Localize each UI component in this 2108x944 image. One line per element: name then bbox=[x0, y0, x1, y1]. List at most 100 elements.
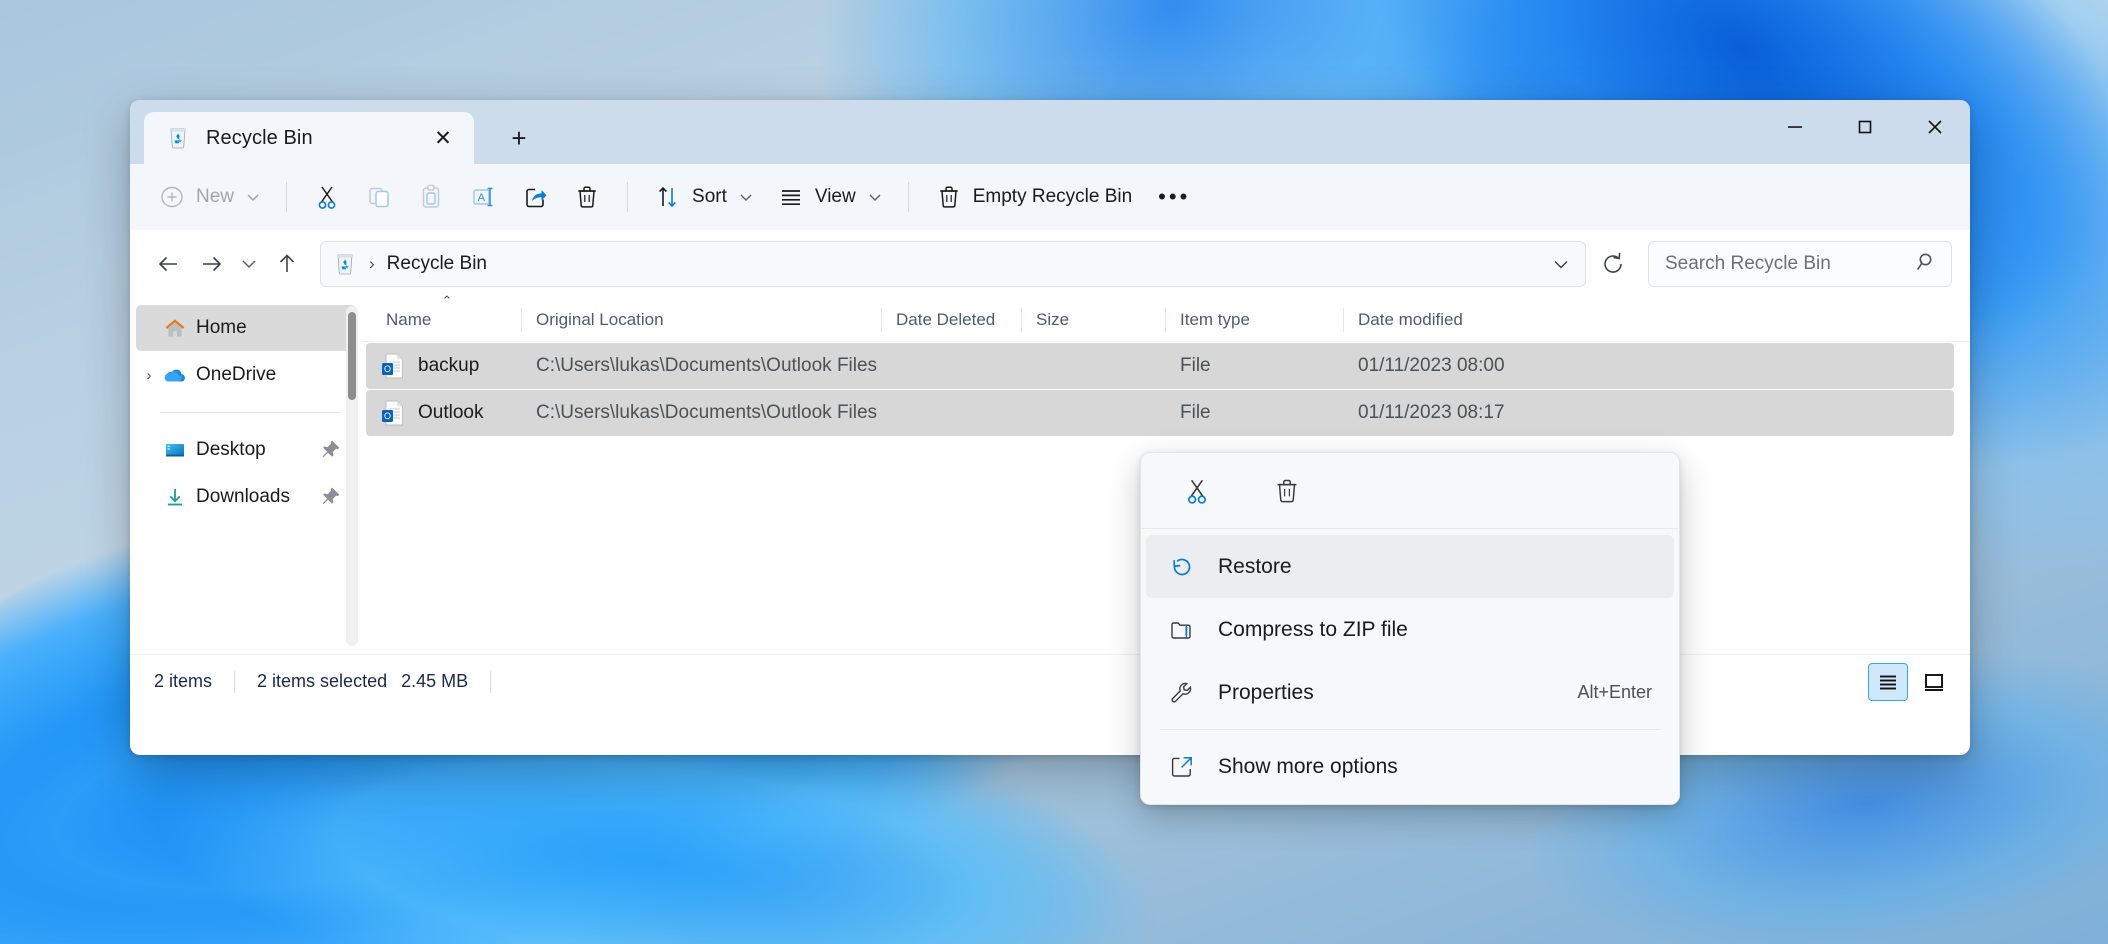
back-button[interactable] bbox=[148, 243, 190, 285]
chevron-down-icon bbox=[739, 190, 753, 205]
rename-icon: A bbox=[469, 183, 497, 211]
status-divider bbox=[490, 671, 491, 693]
show-more-icon bbox=[1168, 753, 1196, 781]
window-controls bbox=[1760, 100, 1970, 154]
minimize-button[interactable] bbox=[1760, 100, 1830, 154]
scissors-icon bbox=[313, 183, 341, 211]
delete-button[interactable] bbox=[1265, 469, 1309, 513]
sidebar-item-home[interactable]: Home bbox=[136, 305, 356, 351]
home-icon bbox=[162, 315, 188, 341]
sort-ascending-icon: ⌃ bbox=[442, 293, 453, 309]
tab-recycle-bin[interactable]: Recycle Bin ✕ bbox=[144, 112, 474, 164]
address-dropdown-button[interactable] bbox=[1541, 245, 1581, 283]
sidebar-item-downloads[interactable]: Downloads bbox=[136, 474, 356, 520]
chevron-down-icon bbox=[246, 190, 260, 205]
recycle-bin-icon bbox=[333, 252, 357, 276]
sidebar-item-onedrive[interactable]: › OneDrive bbox=[136, 352, 356, 398]
rename-button[interactable]: A bbox=[457, 175, 509, 219]
pin-icon[interactable] bbox=[320, 486, 342, 508]
file-name: backup bbox=[418, 355, 479, 377]
cut-button[interactable] bbox=[301, 175, 353, 219]
context-menu-item-label: Compress to ZIP file bbox=[1218, 618, 1408, 642]
pin-icon[interactable] bbox=[320, 439, 342, 461]
context-menu-item-label: Restore bbox=[1218, 555, 1292, 579]
copy-button[interactable] bbox=[353, 175, 405, 219]
column-label: Date Deleted bbox=[896, 310, 995, 330]
search-input[interactable] bbox=[1665, 253, 1915, 275]
new-button[interactable]: New bbox=[146, 175, 272, 219]
see-more-button[interactable]: ••• bbox=[1144, 184, 1204, 210]
cell-name: O backup bbox=[372, 352, 522, 380]
column-header-name[interactable]: ⌃ Name bbox=[372, 304, 522, 336]
breadcrumb[interactable]: Recycle Bin bbox=[387, 253, 487, 275]
wrench-icon bbox=[1168, 679, 1196, 707]
sidebar-item-label: Downloads bbox=[196, 486, 290, 508]
context-menu-item-label: Show more options bbox=[1218, 755, 1398, 779]
cell-date-modified: 01/11/2023 08:17 bbox=[1344, 402, 1544, 424]
sidebar-item-label: Home bbox=[196, 317, 247, 339]
paste-icon bbox=[417, 183, 445, 211]
restore-icon bbox=[1168, 553, 1196, 581]
up-button[interactable] bbox=[266, 243, 308, 285]
trash-icon bbox=[573, 183, 601, 211]
empty-recycle-bin-button[interactable]: Empty Recycle Bin bbox=[923, 175, 1144, 219]
context-menu-item-accel: Alt+Enter bbox=[1577, 682, 1652, 703]
new-tab-button[interactable]: + bbox=[496, 115, 542, 161]
column-headers: ⌃ Name Original Location Date Deleted Si… bbox=[362, 298, 1970, 342]
context-menu-divider bbox=[1160, 729, 1660, 730]
recycle-bin-icon bbox=[166, 126, 190, 150]
breadcrumb-separator: › bbox=[369, 254, 375, 274]
large-icons-view-button[interactable] bbox=[1914, 663, 1954, 701]
share-icon bbox=[521, 183, 549, 211]
toolbar-divider bbox=[627, 182, 628, 212]
search-icon[interactable] bbox=[1915, 250, 1939, 279]
paste-button[interactable] bbox=[405, 175, 457, 219]
context-menu-item-compress-to-zip[interactable]: Compress to ZIP file bbox=[1146, 598, 1674, 661]
sidebar-scrollbar[interactable] bbox=[346, 306, 358, 646]
svg-text:A: A bbox=[478, 192, 486, 204]
refresh-button[interactable] bbox=[1592, 243, 1634, 285]
close-tab-icon[interactable]: ✕ bbox=[426, 121, 460, 155]
sidebar-item-label: OneDrive bbox=[196, 364, 276, 386]
context-menu-item-label: Properties bbox=[1218, 681, 1314, 705]
context-menu-item-properties[interactable]: Properties Alt+Enter bbox=[1146, 661, 1674, 724]
search-box[interactable] bbox=[1648, 241, 1952, 287]
sidebar-scrollbar-thumb[interactable] bbox=[348, 312, 356, 400]
copy-icon bbox=[365, 183, 393, 211]
outlook-data-file-icon: O bbox=[380, 399, 406, 427]
column-header-item-type[interactable]: Item type bbox=[1166, 304, 1344, 336]
cut-button[interactable] bbox=[1175, 469, 1219, 513]
maximize-button[interactable] bbox=[1830, 100, 1900, 154]
view-button[interactable]: View bbox=[765, 175, 894, 219]
sidebar-item-desktop[interactable]: Desktop bbox=[136, 427, 356, 473]
context-menu-item-show-more-options[interactable]: Show more options bbox=[1146, 735, 1674, 798]
share-button[interactable] bbox=[509, 175, 561, 219]
sort-button-label: Sort bbox=[692, 186, 727, 208]
table-row[interactable]: O Outlook C:\Users\lukas\Documents\Outlo… bbox=[366, 390, 1954, 436]
status-divider bbox=[234, 671, 235, 693]
delete-button[interactable] bbox=[561, 175, 613, 219]
sidebar-chevron[interactable]: › bbox=[136, 367, 162, 384]
navigation-pane: Home › OneDrive bbox=[130, 298, 362, 654]
column-label: Original Location bbox=[536, 310, 664, 330]
recent-locations-button[interactable] bbox=[232, 243, 266, 285]
column-header-date-modified[interactable]: Date modified bbox=[1344, 304, 1544, 336]
plus-circle-icon bbox=[158, 183, 186, 211]
context-menu-item-restore[interactable]: Restore bbox=[1146, 535, 1674, 598]
status-bar: 2 items 2 items selected 2.45 MB bbox=[130, 654, 1970, 708]
column-header-date-deleted[interactable]: Date Deleted bbox=[882, 304, 1022, 336]
details-view-button[interactable] bbox=[1868, 663, 1908, 701]
view-toggle-group bbox=[1868, 663, 1954, 701]
column-header-size[interactable]: Size bbox=[1022, 304, 1166, 336]
column-header-original-location[interactable]: Original Location bbox=[522, 304, 882, 336]
close-window-button[interactable] bbox=[1900, 100, 1970, 154]
toolbar-divider bbox=[286, 182, 287, 212]
address-bar[interactable]: › Recycle Bin bbox=[320, 241, 1586, 287]
table-row[interactable]: O backup C:\Users\lukas\Documents\Outloo… bbox=[366, 343, 1954, 389]
sort-button[interactable]: Sort bbox=[642, 175, 765, 219]
context-menu-toolbar bbox=[1141, 453, 1679, 529]
downloads-icon bbox=[162, 484, 188, 510]
navigation-bar: › Recycle Bin bbox=[130, 230, 1970, 298]
column-label: Item type bbox=[1180, 310, 1250, 330]
forward-button[interactable] bbox=[190, 243, 232, 285]
